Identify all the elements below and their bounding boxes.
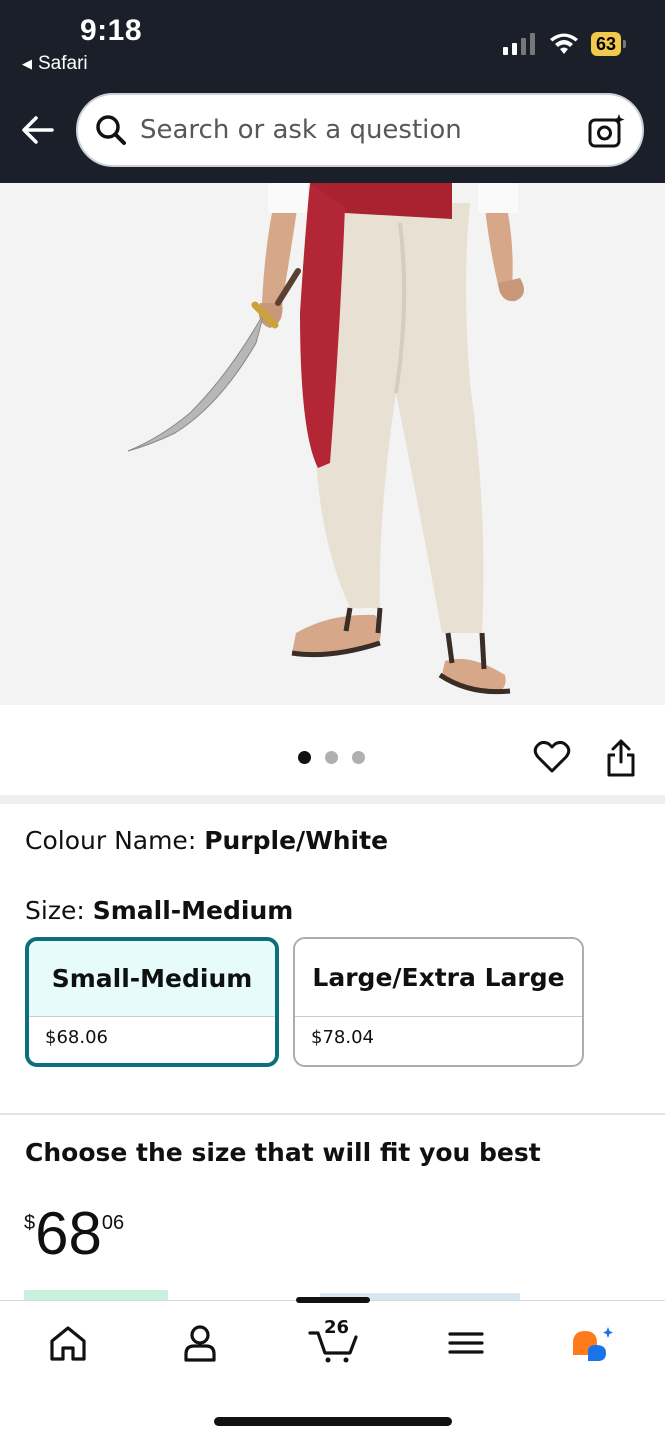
search-icon xyxy=(96,115,126,145)
section-divider xyxy=(0,1113,665,1115)
share-icon[interactable] xyxy=(604,738,638,778)
size-option-price: $68.06 xyxy=(45,1027,108,1048)
search-bar[interactable] xyxy=(76,93,644,167)
size-value: Small-Medium xyxy=(92,896,294,925)
rufus-assistant-icon[interactable] xyxy=(570,1323,614,1363)
back-arrow-icon[interactable] xyxy=(20,112,56,148)
home-indicator xyxy=(214,1417,452,1426)
cellular-signal-icon xyxy=(502,33,535,55)
sheet-handle[interactable] xyxy=(296,1297,370,1303)
size-option-price: $78.04 xyxy=(311,1027,374,1048)
status-time: 9:18 xyxy=(80,14,143,47)
menu-icon[interactable] xyxy=(444,1323,488,1363)
product-photo xyxy=(0,183,665,705)
price-fraction: 06 xyxy=(101,1212,125,1234)
size-option-name: Large/Extra Large xyxy=(295,939,582,1017)
home-icon[interactable] xyxy=(46,1323,90,1363)
pagination-dot[interactable] xyxy=(298,751,311,764)
wishlist-heart-icon[interactable] xyxy=(533,738,571,776)
cart-count-badge: 26 xyxy=(324,1317,350,1338)
back-triangle-icon: ◀ xyxy=(22,56,32,71)
pagination-dot[interactable] xyxy=(352,751,365,764)
size-row: Size: Small-Medium xyxy=(25,896,293,925)
size-option-small-medium[interactable]: Small-Medium $68.06 xyxy=(25,937,279,1067)
colour-name-row: Colour Name: Purple/White xyxy=(25,826,388,855)
price-whole: 68 xyxy=(35,1200,102,1267)
pagination-dot[interactable] xyxy=(325,751,338,764)
image-pagination-dots[interactable] xyxy=(298,751,365,764)
section-divider xyxy=(0,795,665,804)
back-to-app-link[interactable]: ◀ Safari xyxy=(22,53,88,75)
price-currency: $ xyxy=(24,1212,36,1234)
price-display: $ 68 06 xyxy=(24,1200,124,1268)
colour-label: Colour Name: xyxy=(25,826,205,855)
back-app-label: Safari xyxy=(38,53,88,74)
header: 9:18 ◀ Safari 63 xyxy=(0,0,665,183)
battery-indicator: 63 xyxy=(590,32,627,56)
status-icons: 63 xyxy=(502,32,627,56)
camera-search-icon[interactable] xyxy=(588,113,626,149)
product-image[interactable] xyxy=(0,183,665,705)
search-input[interactable] xyxy=(140,115,560,145)
size-option-large-extra-large[interactable]: Large/Extra Large $78.04 xyxy=(293,937,584,1067)
account-icon[interactable] xyxy=(178,1323,222,1363)
colour-value: Purple/White xyxy=(204,826,389,855)
size-option-name: Small-Medium xyxy=(29,941,275,1017)
fit-heading: Choose the size that will fit you best xyxy=(25,1138,541,1167)
wifi-icon xyxy=(549,33,578,54)
size-label: Size: xyxy=(25,896,93,925)
bottom-navigation: 26 xyxy=(0,1297,665,1440)
